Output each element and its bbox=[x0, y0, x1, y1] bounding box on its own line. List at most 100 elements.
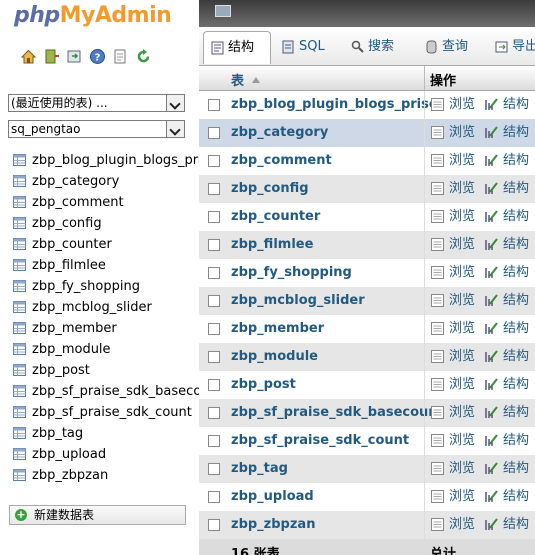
browse-link[interactable]: 浏览 bbox=[431, 511, 475, 539]
sidebar-table-item[interactable]: zbp_member bbox=[13, 318, 199, 339]
browse-link[interactable]: 浏览 bbox=[431, 427, 475, 455]
sidebar-table-item[interactable]: zbp_sf_praise_sdk_basecount bbox=[13, 381, 199, 402]
browse-link[interactable]: 浏览 bbox=[431, 399, 475, 427]
row-checkbox[interactable] bbox=[208, 463, 220, 475]
table-name-link[interactable]: zbp_sf_praise_sdk_basecount bbox=[231, 399, 444, 427]
sidebar-table-item[interactable]: zbp_post bbox=[13, 360, 199, 381]
sidebar-table-item[interactable]: zbp_tag bbox=[13, 423, 199, 444]
table-name-link[interactable]: zbp_counter bbox=[231, 203, 320, 231]
sidebar-table-item[interactable]: zbp_counter bbox=[13, 234, 199, 255]
table-name-link[interactable]: zbp_upload bbox=[231, 483, 314, 511]
browse-link[interactable]: 浏览 bbox=[431, 91, 475, 119]
table-name-link[interactable]: zbp_post bbox=[231, 371, 296, 399]
sidebar-table-item[interactable]: zbp_blog_plugin_blogs_praise bbox=[13, 150, 199, 171]
table-name-link[interactable]: zbp_mcblog_slider bbox=[231, 287, 365, 315]
row-checkbox[interactable] bbox=[208, 435, 220, 447]
server-icon[interactable] bbox=[215, 5, 231, 17]
table-row: zbp_upload 浏览 结构 bbox=[199, 483, 535, 511]
table-name-link[interactable]: zbp_module bbox=[231, 343, 318, 371]
phpmyadmin-logo[interactable]: phpMyAdmin bbox=[14, 3, 172, 28]
sidebar-table-item[interactable]: zbp_category bbox=[13, 171, 199, 192]
table-name-link[interactable]: zbp_category bbox=[231, 119, 328, 147]
tab-structure[interactable]: 结构 bbox=[203, 31, 271, 64]
sidebar-table-item[interactable]: zbp_upload bbox=[13, 444, 199, 465]
tab-export[interactable]: 导出 bbox=[488, 31, 535, 63]
browse-link[interactable]: 浏览 bbox=[431, 147, 475, 175]
browse-link[interactable]: 浏览 bbox=[431, 287, 475, 315]
row-checkbox[interactable] bbox=[208, 407, 220, 419]
sidebar-table-item[interactable]: zbp_mcblog_slider bbox=[13, 297, 199, 318]
table-name-link[interactable]: zbp_comment bbox=[231, 147, 332, 175]
home-icon[interactable] bbox=[20, 48, 37, 65]
structure-link[interactable]: 结构 bbox=[485, 315, 529, 343]
structure-link[interactable]: 结构 bbox=[485, 511, 529, 539]
browse-link[interactable]: 浏览 bbox=[431, 119, 475, 147]
row-checkbox[interactable] bbox=[208, 155, 220, 167]
structure-link[interactable]: 结构 bbox=[485, 427, 529, 455]
browse-link[interactable]: 浏览 bbox=[431, 343, 475, 371]
row-checkbox[interactable] bbox=[208, 379, 220, 391]
table-name-link[interactable]: zbp_zbpzan bbox=[231, 511, 315, 539]
table-name-link[interactable]: zbp_fy_shopping bbox=[231, 259, 352, 287]
row-checkbox[interactable] bbox=[208, 239, 220, 251]
structure-link[interactable]: 结构 bbox=[485, 231, 529, 259]
database-select[interactable]: sq_pengtao bbox=[8, 120, 185, 138]
table-name-link[interactable]: zbp_blog_plugin_blogs_prise bbox=[231, 91, 438, 119]
row-checkbox[interactable] bbox=[208, 519, 220, 531]
sidebar-table-item[interactable]: zbp_comment bbox=[13, 192, 199, 213]
sidebar-table-item[interactable]: zbp_config bbox=[13, 213, 199, 234]
table-name-link[interactable]: zbp_sf_praise_sdk_count bbox=[231, 427, 409, 455]
browse-link[interactable]: 浏览 bbox=[431, 203, 475, 231]
structure-link[interactable]: 结构 bbox=[485, 287, 529, 315]
structure-link[interactable]: 结构 bbox=[485, 371, 529, 399]
sidebar-table-item[interactable]: zbp_sf_praise_sdk_count bbox=[13, 402, 199, 423]
structure-link[interactable]: 结构 bbox=[485, 343, 529, 371]
table-name-link[interactable]: zbp_member bbox=[231, 315, 324, 343]
structure-link[interactable]: 结构 bbox=[485, 259, 529, 287]
structure-link[interactable]: 结构 bbox=[485, 399, 529, 427]
row-checkbox[interactable] bbox=[208, 211, 220, 223]
tab-sql[interactable]: SQL bbox=[275, 31, 333, 63]
row-checkbox[interactable] bbox=[208, 351, 220, 363]
column-header-table[interactable]: 表 bbox=[231, 70, 261, 89]
table-name-link[interactable]: zbp_tag bbox=[231, 455, 288, 483]
row-checkbox[interactable] bbox=[208, 295, 220, 307]
recent-tables-select[interactable]: (最近使用的表) ... bbox=[8, 94, 185, 112]
query-window-icon[interactable] bbox=[66, 48, 83, 65]
sidebar-table-item[interactable]: zbp_filmlee bbox=[13, 255, 199, 276]
row-checkbox[interactable] bbox=[208, 183, 220, 195]
browse-link[interactable]: 浏览 bbox=[431, 231, 475, 259]
structure-link[interactable]: 结构 bbox=[485, 175, 529, 203]
structure-link[interactable]: 结构 bbox=[485, 455, 529, 483]
structure-link[interactable]: 结构 bbox=[485, 483, 529, 511]
exit-icon[interactable] bbox=[43, 48, 60, 65]
row-checkbox[interactable] bbox=[208, 491, 220, 503]
reload-icon[interactable] bbox=[135, 48, 152, 65]
docs-icon[interactable] bbox=[112, 48, 129, 65]
browse-link[interactable]: 浏览 bbox=[431, 371, 475, 399]
browse-link[interactable]: 浏览 bbox=[431, 483, 475, 511]
row-checkbox[interactable] bbox=[208, 127, 220, 139]
browse-link[interactable]: 浏览 bbox=[431, 455, 475, 483]
table-name-link[interactable]: zbp_filmlee bbox=[231, 231, 313, 259]
structure-link[interactable]: 结构 bbox=[485, 91, 529, 119]
structure-icon bbox=[485, 434, 498, 446]
column-header-actions: 操作 bbox=[430, 74, 457, 89]
structure-link[interactable]: 结构 bbox=[485, 203, 529, 231]
new-table-button[interactable]: + 新建数据表 bbox=[9, 505, 186, 525]
browse-link[interactable]: 浏览 bbox=[431, 315, 475, 343]
tab-query[interactable]: 查询 bbox=[418, 31, 478, 63]
browse-link[interactable]: 浏览 bbox=[431, 259, 475, 287]
table-name-link[interactable]: zbp_config bbox=[231, 175, 309, 203]
row-checkbox[interactable] bbox=[208, 323, 220, 335]
sidebar-table-item[interactable]: zbp_module bbox=[13, 339, 199, 360]
row-checkbox[interactable] bbox=[208, 99, 220, 111]
sidebar-table-item[interactable]: zbp_zbpzan bbox=[13, 465, 199, 486]
structure-link[interactable]: 结构 bbox=[485, 147, 529, 175]
structure-link[interactable]: 结构 bbox=[485, 119, 529, 147]
browse-link[interactable]: 浏览 bbox=[431, 175, 475, 203]
tab-search[interactable]: 搜索 bbox=[344, 31, 408, 63]
row-checkbox[interactable] bbox=[208, 267, 220, 279]
sidebar-table-item[interactable]: zbp_fy_shopping bbox=[13, 276, 199, 297]
help-icon[interactable]: ? bbox=[89, 48, 106, 65]
